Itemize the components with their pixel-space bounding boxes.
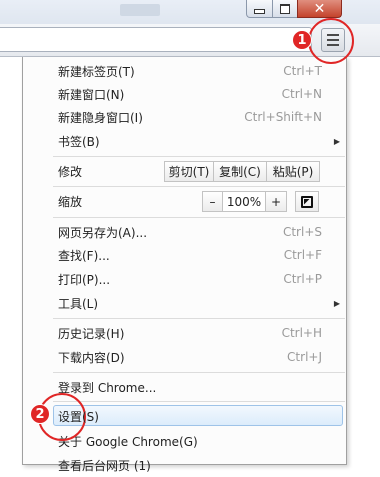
menu-item-label: 历史记录(H) (58, 326, 125, 341)
zoom-out-button[interactable]: – (202, 191, 223, 212)
menu-separator (53, 372, 345, 373)
menu-item-label: 修改 (58, 164, 83, 179)
menu-item-new-window[interactable]: 新建窗口(N) Ctrl+N (23, 82, 346, 106)
menu-separator (53, 318, 345, 319)
menu-item-new-incognito[interactable]: 新建隐身窗口(I) Ctrl+Shift+N (23, 105, 346, 129)
cut-button[interactable]: 剪切(T) (164, 161, 214, 182)
menu-item-label: 工具(L) (58, 296, 99, 311)
menu-item-label: 下载内容(D) (58, 350, 125, 365)
menu-separator (53, 186, 345, 187)
restore-button[interactable] (272, 0, 298, 18)
page-content (0, 57, 23, 465)
zoom-level: 100% (223, 191, 266, 212)
shortcut-label: Ctrl+S (282, 225, 322, 239)
minimize-button[interactable] (246, 0, 273, 18)
fullscreen-button[interactable] (295, 191, 319, 212)
menu-item-settings[interactable]: 设置(S) (23, 404, 346, 428)
menu-separator (53, 156, 345, 157)
menu-item-find[interactable]: 查找(F)... Ctrl+F (23, 243, 346, 267)
menu-item-label: 关于 Google Chrome(G) (58, 434, 198, 449)
menu-separator (53, 401, 345, 402)
menu-item-edit: 修改 剪切(T) 复制(C) 粘贴(P) (23, 159, 346, 183)
callout-badge-1: 1 (292, 30, 312, 50)
menu-item-label: 新建标签页(T) (58, 64, 135, 79)
menu-item-label: 缩放 (58, 194, 83, 209)
menu-item-print[interactable]: 打印(P)... Ctrl+P (23, 267, 346, 291)
menu-separator (53, 217, 345, 218)
copy-button[interactable]: 复制(C) (214, 161, 267, 182)
menu-item-zoom: 缩放 – 100% + (23, 189, 346, 213)
menu-item-background-pages[interactable]: 查看后台网页 (1) (23, 453, 346, 477)
shortcut-label: Ctrl+P (283, 272, 322, 286)
menu-item-label: 新建隐身窗口(I) (58, 110, 143, 125)
callout-ring-menu (308, 18, 354, 64)
blurred-title (120, 4, 160, 16)
shortcut-label: Ctrl+J (287, 350, 322, 364)
shortcut-label: Ctrl+T (283, 64, 322, 78)
submenu-arrow-icon: ▶ (333, 298, 340, 308)
menu-item-save-as[interactable]: 网页另存为(A)... Ctrl+S (23, 220, 346, 244)
menu-item-label: 设置(S) (58, 409, 99, 424)
shortcut-label: Ctrl+N (281, 87, 322, 101)
minimize-icon (254, 9, 265, 14)
menu-item-label: 查找(F)... (58, 248, 110, 263)
address-bar[interactable] (0, 27, 312, 52)
close-icon: ✕ (313, 0, 326, 17)
callout-badge-2: 2 (30, 404, 50, 424)
menu-item-label: 登录到 Chrome... (58, 380, 157, 395)
fullscreen-icon (301, 195, 313, 208)
menu-item-history[interactable]: 历史记录(H) Ctrl+H (23, 321, 346, 345)
menu-item-label: 打印(P)... (58, 272, 111, 287)
menu-item-label: 书签(B) (58, 134, 100, 149)
restore-icon (280, 3, 290, 14)
shortcut-label: Ctrl+H (281, 326, 322, 340)
menu-item-tools[interactable]: 工具(L) ▶ (23, 291, 346, 315)
menu-item-label: 新建窗口(N) (58, 87, 125, 102)
menu-item-new-tab[interactable]: 新建标签页(T) Ctrl+T (23, 59, 346, 83)
menu-item-label: 网页另存为(A)... (58, 225, 148, 240)
submenu-arrow-icon: ▶ (333, 136, 340, 146)
close-button[interactable]: ✕ (297, 0, 342, 18)
shortcut-label: Ctrl+Shift+N (244, 110, 322, 124)
zoom-in-button[interactable]: + (266, 191, 287, 212)
menu-item-label: 查看后台网页 (1) (58, 458, 151, 473)
menu-item-bookmarks[interactable]: 书签(B) ▶ (23, 129, 346, 153)
menu-item-downloads[interactable]: 下载内容(D) Ctrl+J (23, 345, 346, 369)
shortcut-label: Ctrl+F (283, 248, 322, 262)
paste-button[interactable]: 粘贴(P) (267, 161, 320, 182)
